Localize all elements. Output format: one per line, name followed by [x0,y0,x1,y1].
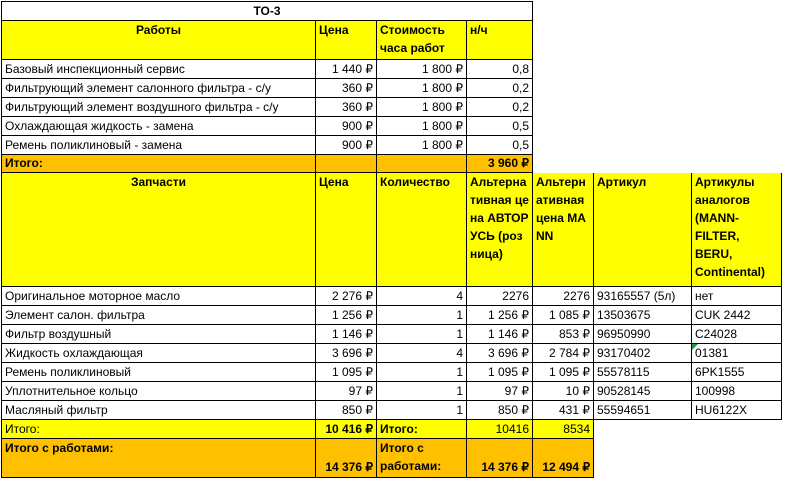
part-alt-avtorus[interactable]: 97 ₽ [467,382,533,401]
work-norm[interactable]: 0,2 [467,98,533,117]
part-alt-avtorus[interactable]: 1 146 ₽ [467,325,533,344]
part-name[interactable]: Фильтр воздушный [1,325,316,344]
work-hour-cost[interactable]: 1 800 ₽ [377,98,467,117]
work-name[interactable]: Охлаждающая жидкость - замена [1,117,316,136]
part-alt-avtorus[interactable]: 1 256 ₽ [467,306,533,325]
parts-header-name: Запчасти [1,173,316,287]
part-qty[interactable]: 1 [377,401,467,420]
part-analog[interactable]: HU6122X [692,401,782,420]
works-total-empty-price [316,155,377,173]
work-price[interactable]: 360 ₽ [316,98,377,117]
work-price[interactable]: 1 440 ₽ [316,60,377,79]
part-price[interactable]: 2 276 ₽ [316,287,377,306]
part-article[interactable]: 93165557 (5л) [594,287,692,306]
part-article[interactable]: 55594651 [594,401,692,420]
grand-total-label: Итого с работами: [1,439,316,478]
part-analog[interactable]: C24028 [692,325,782,344]
part-alt-mann[interactable]: 431 ₽ [533,401,594,420]
grand-total-label-2: Итого с работами: [377,439,467,478]
part-alt-avtorus[interactable]: 2276 [467,287,533,306]
part-price[interactable]: 3 696 ₽ [316,344,377,363]
work-norm[interactable]: 0,8 [467,60,533,79]
part-alt-mann[interactable]: 2 784 ₽ [533,344,594,363]
part-alt-avtorus[interactable]: 850 ₽ [467,401,533,420]
work-hour-cost[interactable]: 1 800 ₽ [377,117,467,136]
part-alt-mann[interactable]: 1 085 ₽ [533,306,594,325]
parts-header-alt-avtorus: Альтернативная цена АВТОРУСЬ (розница) [467,173,533,287]
part-name[interactable]: Оригинальное моторное масло [1,287,316,306]
part-price[interactable]: 1 256 ₽ [316,306,377,325]
sheet-title: ТО-3 [1,1,533,21]
work-hour-cost[interactable]: 1 800 ₽ [377,79,467,98]
part-name[interactable]: Ремень поликлиновый [1,363,316,382]
part-analog[interactable]: 100998 [692,382,782,401]
work-price[interactable]: 900 ₽ [316,117,377,136]
part-name[interactable]: Жидкость охлаждающая [1,344,316,363]
works-header-hour-cost: Стоимость часа работ [377,21,467,60]
part-article[interactable]: 93170402 [594,344,692,363]
parts-total-alt-mann[interactable]: 8534 [533,420,594,439]
parts-header-price: Цена [316,173,377,287]
part-qty[interactable]: 1 [377,306,467,325]
grand-total-alt-avtorus[interactable]: 14 376 ₽ [467,439,533,478]
part-name[interactable]: Масляный фильтр [1,401,316,420]
part-alt-avtorus[interactable]: 3 696 ₽ [467,344,533,363]
grand-total-price[interactable]: 14 376 ₽ [316,439,377,478]
parts-total-label-2: Итого: [377,420,467,439]
work-norm[interactable]: 0,5 [467,136,533,155]
work-norm[interactable]: 0,5 [467,117,533,136]
parts-header-article: Артикул [594,173,692,287]
parts-header-alt-mann: Альтернативная цена MANN [533,173,594,287]
work-norm[interactable]: 0,2 [467,79,533,98]
part-alt-mann[interactable]: 853 ₽ [533,325,594,344]
part-article[interactable]: 55578115 [594,363,692,382]
part-alt-mann[interactable]: 2276 [533,287,594,306]
works-header-name: Работы [1,21,316,60]
parts-total-alt-avtorus[interactable]: 10416 [467,420,533,439]
work-name[interactable]: Базовый инспекционный сервис [1,60,316,79]
works-header-norm: н/ч [467,21,533,60]
part-name[interactable]: Элемент салон. фильтра [1,306,316,325]
work-price[interactable]: 900 ₽ [316,136,377,155]
part-name[interactable]: Уплотнительное кольцо [1,382,316,401]
part-price[interactable]: 1 146 ₽ [316,325,377,344]
part-alt-avtorus[interactable]: 1 095 ₽ [467,363,533,382]
works-total-empty-hour [377,155,467,173]
part-analog[interactable]: CUK 2442 [692,306,782,325]
works-total-value[interactable]: 3 960 ₽ [467,155,533,173]
work-hour-cost[interactable]: 1 800 ₽ [377,60,467,79]
part-analog[interactable]: 01381 [692,344,782,363]
part-article[interactable]: 90528145 [594,382,692,401]
part-article[interactable]: 13503675 [594,306,692,325]
part-price[interactable]: 850 ₽ [316,401,377,420]
part-analog[interactable]: 6PK1555 [692,363,782,382]
part-alt-mann[interactable]: 1 095 ₽ [533,363,594,382]
work-name[interactable]: Ремень поликлиновый - замена [1,136,316,155]
works-header-price: Цена [316,21,377,60]
part-qty[interactable]: 4 [377,344,467,363]
parts-total-price[interactable]: 10 416 ₽ [316,420,377,439]
comment-indicator-icon [692,344,698,350]
part-qty[interactable]: 1 [377,382,467,401]
part-analog-text: 01381 [695,346,729,360]
work-name[interactable]: Фильтрующий элемент воздушного фильтра -… [1,98,316,117]
works-total-label: Итого: [1,155,316,173]
work-price[interactable]: 360 ₽ [316,79,377,98]
part-price[interactable]: 97 ₽ [316,382,377,401]
grand-total-alt-mann[interactable]: 12 494 ₽ [533,439,594,478]
part-qty[interactable]: 1 [377,325,467,344]
part-price[interactable]: 1 095 ₽ [316,363,377,382]
parts-total-label: Итого: [1,420,316,439]
part-analog[interactable]: нет [692,287,782,306]
parts-header-qty: Количество [377,173,467,287]
part-qty[interactable]: 4 [377,287,467,306]
part-qty[interactable]: 1 [377,363,467,382]
work-name[interactable]: Фильтрующий элемент салонного фильтра - … [1,79,316,98]
parts-header-analogs: Артикулы аналогов (MANN-FILTER, BERU, Co… [692,173,782,287]
part-alt-mann[interactable]: 10 ₽ [533,382,594,401]
work-hour-cost[interactable]: 1 800 ₽ [377,136,467,155]
part-article[interactable]: 96950990 [594,325,692,344]
